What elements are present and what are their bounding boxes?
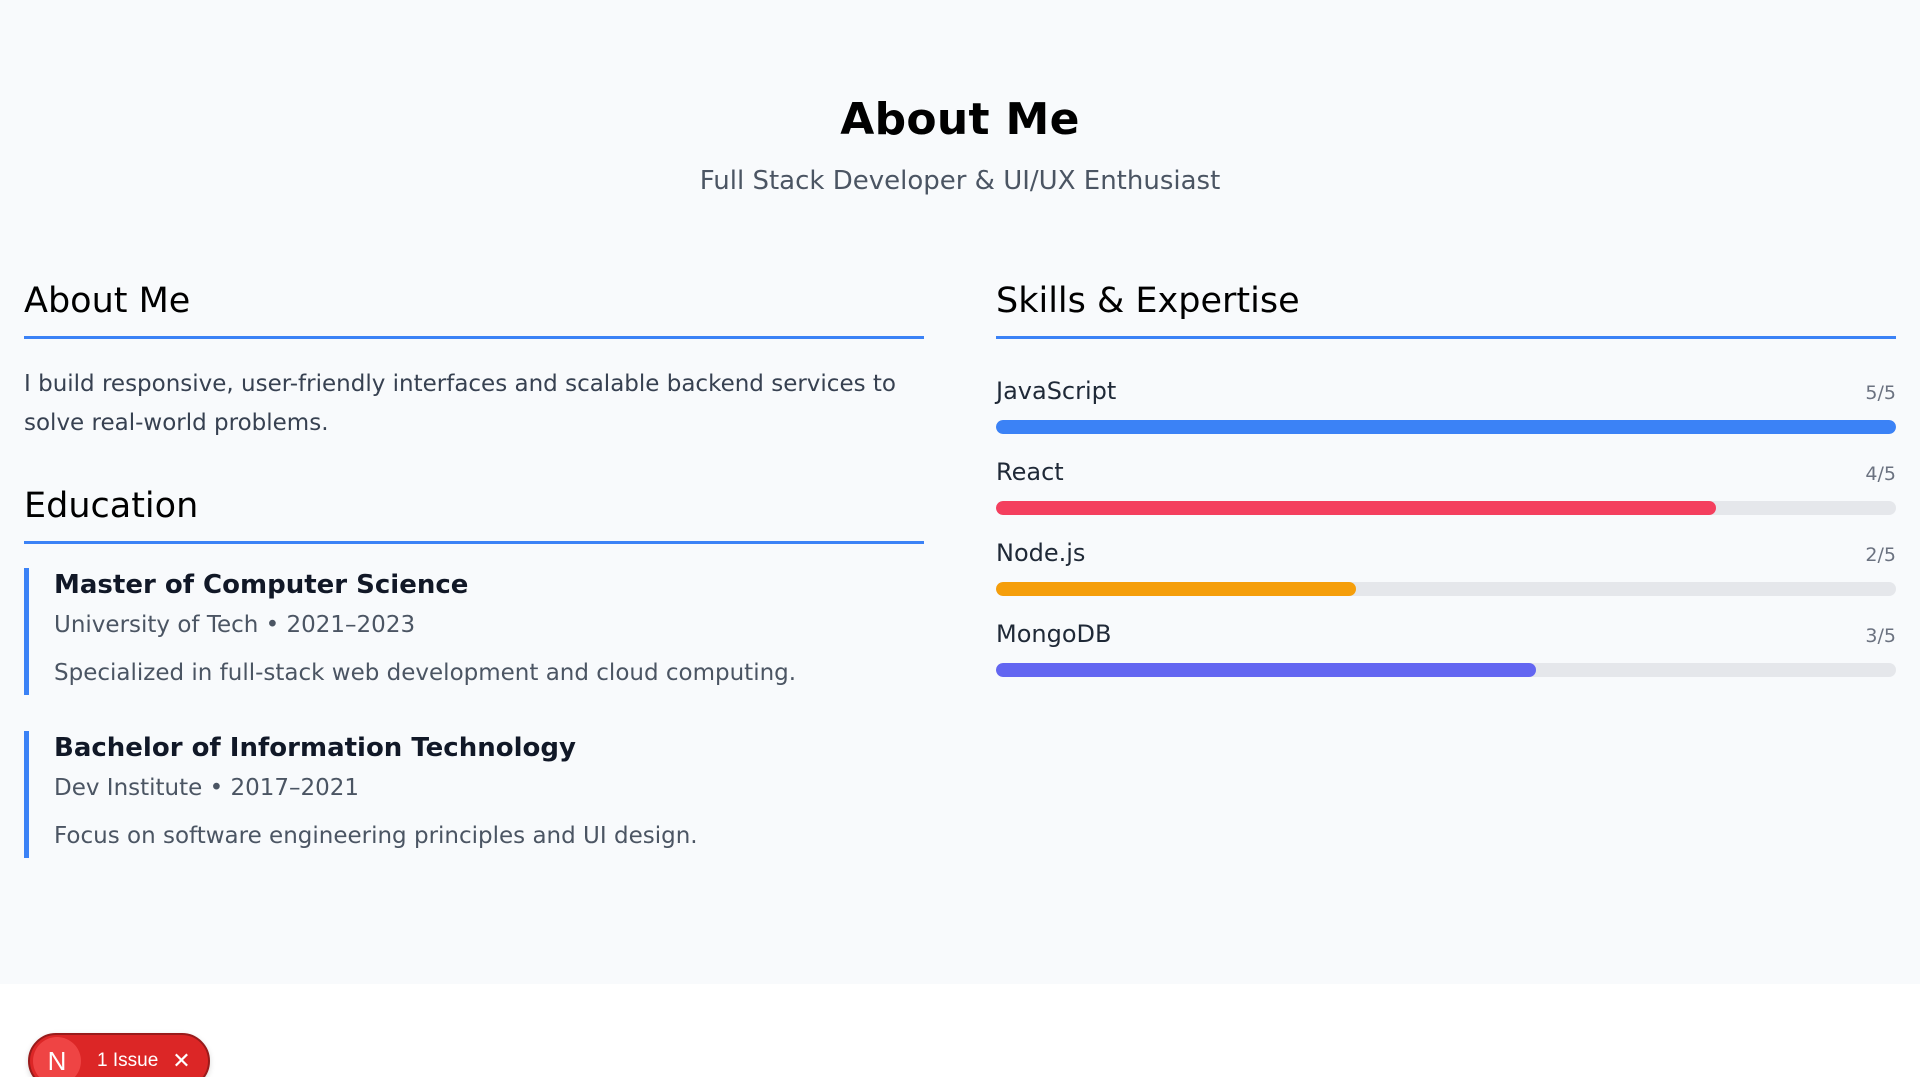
skill-name: JavaScript [996, 377, 1117, 405]
page-subtitle: Full Stack Developer & UI/UX Enthusiast [699, 166, 1221, 196]
skill-level: 3/5 [1865, 625, 1896, 647]
skill-item: MongoDB 3/5 [996, 620, 1896, 679]
education-item: Master of Computer Science University of… [24, 568, 924, 695]
page: About Me Full Stack Developer & UI/UX En… [0, 0, 1920, 1077]
skill-item: Node.js 2/5 [996, 539, 1896, 598]
skill-progress-fill [996, 582, 1356, 596]
skill-level: 4/5 [1865, 463, 1896, 485]
about-heading: About Me [24, 278, 924, 339]
page-title: About Me [840, 94, 1080, 145]
education-meta: University of Tech • 2021–2023 [54, 612, 416, 638]
skill-name: Node.js [996, 539, 1086, 567]
right-column: Skills & Expertise JavaScript 5/5 React … [996, 278, 1896, 701]
skill-name: MongoDB [996, 620, 1112, 648]
education-degree: Master of Computer Science [54, 570, 469, 600]
skill-progress-fill [996, 501, 1716, 515]
education-degree: Bachelor of Information Technology [54, 733, 576, 763]
close-icon[interactable]: ✕ [172, 1050, 190, 1072]
skill-level: 5/5 [1865, 382, 1896, 404]
skills-list: JavaScript 5/5 React 4/5 Node.js 2/5 Mon… [996, 377, 1896, 679]
left-column: About Me I build responsive, user-friend… [24, 278, 924, 894]
education-meta: Dev Institute • 2017–2021 [54, 775, 360, 801]
skill-name: React [996, 458, 1064, 486]
about-text: I build responsive, user-friendly interf… [24, 371, 896, 436]
dev-issues-badge[interactable]: N 1 Issue ✕ [28, 1033, 210, 1077]
skill-progress-track [996, 663, 1896, 677]
skill-progress-fill [996, 420, 1896, 434]
nextjs-logo-icon[interactable]: N [33, 1037, 81, 1077]
skill-item: JavaScript 5/5 [996, 377, 1896, 436]
skill-item: React 4/5 [996, 458, 1896, 517]
skill-progress-track [996, 420, 1896, 434]
skill-progress-track [996, 582, 1896, 596]
education-list: Master of Computer Science University of… [24, 568, 924, 858]
skill-level: 2/5 [1865, 544, 1896, 566]
skill-progress-fill [996, 663, 1536, 677]
about-section: About Me Full Stack Developer & UI/UX En… [0, 0, 1920, 984]
skill-progress-track [996, 501, 1896, 515]
skills-heading: Skills & Expertise [996, 278, 1896, 339]
education-description: Focus on software engineering principles… [54, 823, 698, 849]
education-item: Bachelor of Information Technology Dev I… [24, 731, 924, 858]
education-heading: Education [24, 483, 924, 544]
education-description: Specialized in full-stack web developmen… [54, 660, 797, 686]
issues-count-label[interactable]: 1 Issue [97, 1050, 158, 1072]
